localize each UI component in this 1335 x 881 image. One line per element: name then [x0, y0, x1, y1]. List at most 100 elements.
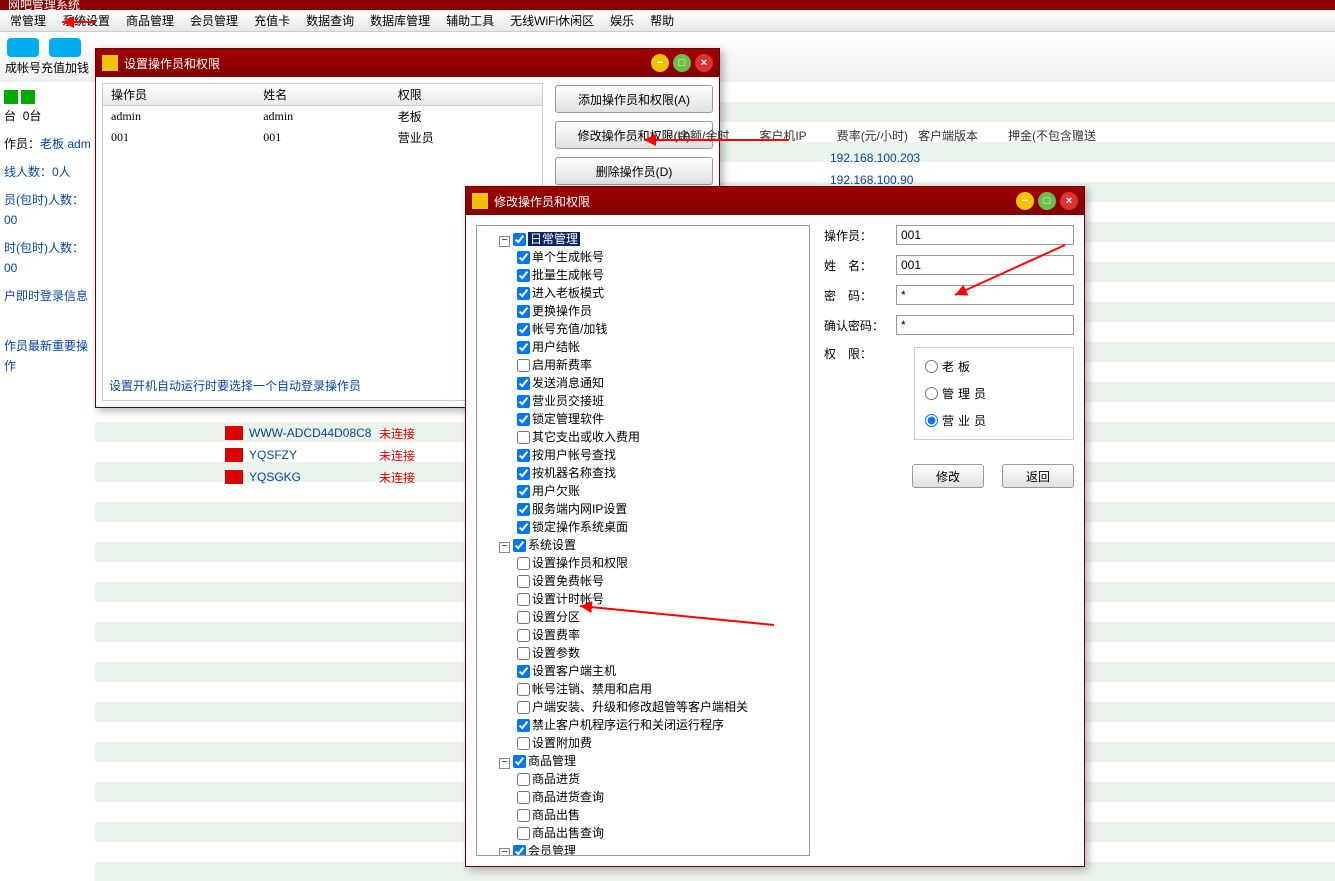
perm-checkbox[interactable]	[517, 773, 530, 786]
collapse-icon[interactable]: −	[499, 236, 510, 247]
perm-checkbox[interactable]	[517, 665, 530, 678]
menu-item-tools[interactable]: 辅助工具	[438, 10, 502, 31]
perm-label: 设置计时帐号	[532, 592, 604, 606]
menu-item-goods[interactable]: 商品管理	[118, 10, 182, 31]
perm-checkbox[interactable]	[517, 467, 530, 480]
menu-item-db[interactable]: 数据库管理	[362, 10, 438, 31]
login-info: 户即时登录信息	[4, 286, 91, 306]
time-count: 时(包时)人数：00	[4, 238, 91, 278]
perm-checkbox[interactable]	[517, 719, 530, 732]
perm-checkbox[interactable]	[517, 251, 530, 264]
perm-checkbox[interactable]	[517, 611, 530, 624]
back-button[interactable]: 返回	[1002, 464, 1074, 488]
perm-checkbox[interactable]	[517, 377, 530, 390]
perm-label: 批量生成帐号	[532, 268, 604, 282]
op-label: 操作员：	[824, 227, 896, 244]
save-button[interactable]: 修改	[912, 464, 984, 488]
menubar: 常管理 系统设置 商品管理 会员管理 充值卡 数据查询 数据库管理 辅助工具 无…	[0, 10, 1335, 32]
menu-item-query[interactable]: 数据查询	[298, 10, 362, 31]
count-0: 台	[4, 109, 16, 123]
menu-item-wifi[interactable]: 无线WiFi休闲区	[502, 10, 602, 31]
perm-label: 商品进货	[532, 772, 580, 786]
table-row[interactable]: 001001营业员	[103, 127, 542, 148]
perm-checkbox[interactable]	[517, 341, 530, 354]
perm-checkbox[interactable]	[517, 737, 530, 750]
password-input[interactable]	[896, 285, 1074, 305]
perm-label: 设置免费帐号	[532, 574, 604, 588]
perm-checkbox[interactable]	[517, 827, 530, 840]
table-row[interactable]: adminadmin老板	[103, 106, 542, 128]
close-icon[interactable]: ×	[1060, 192, 1078, 210]
perm-checkbox[interactable]	[517, 593, 530, 606]
perm-checkbox[interactable]	[517, 809, 530, 822]
perm-checkbox[interactable]	[517, 503, 530, 516]
perm-checkbox[interactable]	[517, 575, 530, 588]
perm-label: 设置附加费	[532, 736, 592, 750]
perm-checkbox[interactable]	[517, 395, 530, 408]
perm-label: 禁止客户机程序运行和关闭运行程序	[532, 718, 724, 732]
operator-link[interactable]: 老板	[40, 137, 64, 151]
perm-checkbox[interactable]	[517, 683, 530, 696]
perm-checkbox[interactable]	[517, 485, 530, 498]
perm-label: 按用户帐号查找	[532, 448, 616, 462]
role-radio-group: 老板 管理员 营业员	[914, 347, 1074, 440]
app-title: 网吧管理系统	[8, 0, 80, 10]
perm-checkbox[interactable]	[517, 269, 530, 282]
collapse-icon[interactable]: −	[499, 758, 510, 769]
perm-label: 商品进货查询	[532, 790, 604, 804]
menu-item-system[interactable]: 系统设置	[54, 10, 118, 31]
role-clerk-radio[interactable]: 营业员	[925, 412, 997, 429]
perm-label: 权 限：	[824, 345, 896, 362]
dialog-title[interactable]: 修改操作员和权限 − □ ×	[466, 187, 1084, 215]
perm-checkbox[interactable]	[517, 629, 530, 642]
perm-checkbox[interactable]	[517, 521, 530, 534]
perm-group-checkbox[interactable]	[513, 755, 526, 768]
minimize-icon[interactable]: −	[1016, 192, 1034, 210]
perm-label: 锁定操作系统桌面	[532, 520, 628, 534]
perm-checkbox[interactable]	[517, 323, 530, 336]
perm-label: 服务端内网IP设置	[532, 502, 627, 516]
op-log: 作员最新重要操作	[4, 336, 91, 376]
perm-checkbox[interactable]	[517, 647, 530, 660]
maximize-icon[interactable]: □	[1038, 192, 1056, 210]
add-operator-button[interactable]: 添加操作员和权限(A)	[555, 85, 713, 113]
perm-checkbox[interactable]	[517, 359, 530, 372]
menu-item-help[interactable]: 帮助	[642, 10, 682, 31]
perm-checkbox[interactable]	[517, 431, 530, 444]
collapse-icon[interactable]: −	[499, 848, 510, 857]
perm-group-checkbox[interactable]	[513, 845, 526, 856]
menu-item-daily[interactable]: 常管理	[2, 10, 54, 31]
menu-item-card[interactable]: 充值卡	[246, 10, 298, 31]
perm-group-checkbox[interactable]	[513, 539, 526, 552]
perm-label: 设置费率	[532, 628, 580, 642]
dialog-title[interactable]: 设置操作员和权限 − □ ×	[96, 49, 719, 77]
perm-checkbox[interactable]	[517, 287, 530, 300]
name-input[interactable]	[896, 255, 1074, 275]
collapse-icon[interactable]: −	[499, 542, 510, 553]
menu-item-ent[interactable]: 娱乐	[602, 10, 642, 31]
col-name: 姓名	[255, 84, 390, 106]
operator-input[interactable]	[896, 225, 1074, 245]
minimize-icon[interactable]: −	[651, 54, 669, 72]
perm-checkbox[interactable]	[517, 305, 530, 318]
password-confirm-input[interactable]	[896, 315, 1074, 335]
perm-group-label: 会员管理	[528, 844, 576, 856]
delete-operator-button[interactable]: 删除操作员(D)	[555, 157, 713, 185]
role-boss-radio[interactable]: 老板	[925, 358, 997, 375]
close-icon[interactable]: ×	[695, 54, 713, 72]
perm-checkbox[interactable]	[517, 413, 530, 426]
menu-item-member[interactable]: 会员管理	[182, 10, 246, 31]
maximize-icon[interactable]: □	[673, 54, 691, 72]
permission-tree[interactable]: −日常管理单个生成帐号批量生成帐号进入老板模式更换操作员帐号充值/加钱用户结帐启…	[476, 225, 810, 856]
host-status-icon	[225, 448, 243, 462]
perm-checkbox[interactable]	[517, 791, 530, 804]
perm-group-checkbox[interactable]	[513, 233, 526, 246]
perm-checkbox[interactable]	[517, 701, 530, 714]
host-status-icon	[225, 426, 243, 440]
toolbar-btn-1[interactable]: 充值加钱	[46, 38, 84, 76]
perm-checkbox[interactable]	[517, 557, 530, 570]
toolbar-btn-0[interactable]: 成帐号	[4, 38, 42, 76]
role-admin-radio[interactable]: 管理员	[925, 385, 997, 402]
perm-label: 启用新费率	[532, 358, 592, 372]
perm-checkbox[interactable]	[517, 449, 530, 462]
